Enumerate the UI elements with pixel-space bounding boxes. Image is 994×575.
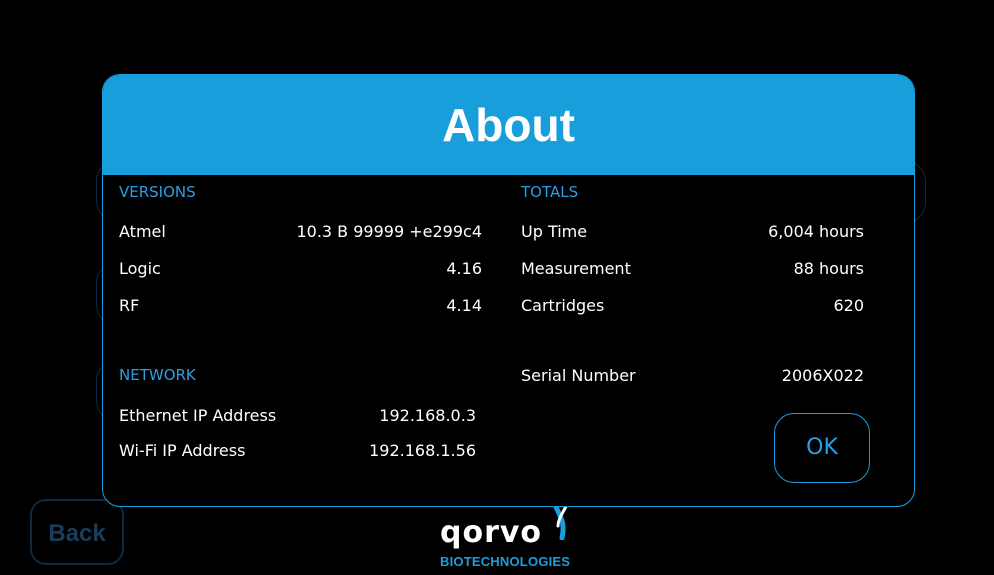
- dialog-title: About: [442, 99, 575, 151]
- serial-number-value: 2006X022: [781, 366, 864, 385]
- network-value-ethernet: 192.168.0.3: [379, 406, 476, 425]
- network-label-ethernet: Ethernet IP Address: [119, 406, 277, 425]
- totals-value-cartridges: 620: [833, 296, 864, 315]
- version-value-logic: 4.16: [446, 259, 482, 278]
- totals-label-measurement: Measurement: [521, 259, 631, 278]
- about-dialog: About VERSIONS Atmel 10.3 B 99999 +e299c…: [102, 74, 915, 507]
- network-label-wifi: Wi-Fi IP Address: [119, 441, 246, 460]
- network-heading: NETWORK: [119, 366, 196, 384]
- logo-subtitle: BIOTECHNOLOGIES: [440, 554, 571, 569]
- qorvo-logo: qorvo BIOTECHNOLOGIES: [436, 500, 576, 570]
- logo-wordmark: qorvo: [440, 515, 543, 550]
- totals-label-cartridges: Cartridges: [521, 296, 605, 315]
- serial-number-label: Serial Number: [521, 366, 636, 385]
- version-label-logic: Logic: [119, 259, 161, 278]
- totals-value-measurement: 88 hours: [793, 259, 864, 278]
- totals-value-uptime: 6,004 hours: [768, 222, 864, 241]
- version-value-rf: 4.14: [446, 296, 482, 315]
- version-label-rf: RF: [119, 296, 140, 315]
- totals-heading: TOTALS: [521, 183, 579, 201]
- versions-heading: VERSIONS: [119, 183, 196, 201]
- ok-button[interactable]: OK: [774, 413, 870, 483]
- screen: Back qorvo BIOTECHNOLOGIES About VERSION…: [0, 0, 994, 575]
- version-value-atmel: 10.3 B 99999 +e299c4: [296, 222, 482, 241]
- network-value-wifi: 192.168.1.56: [369, 441, 476, 460]
- back-button[interactable]: Back: [30, 499, 124, 565]
- totals-label-uptime: Up Time: [521, 222, 588, 241]
- version-label-atmel: Atmel: [119, 222, 166, 241]
